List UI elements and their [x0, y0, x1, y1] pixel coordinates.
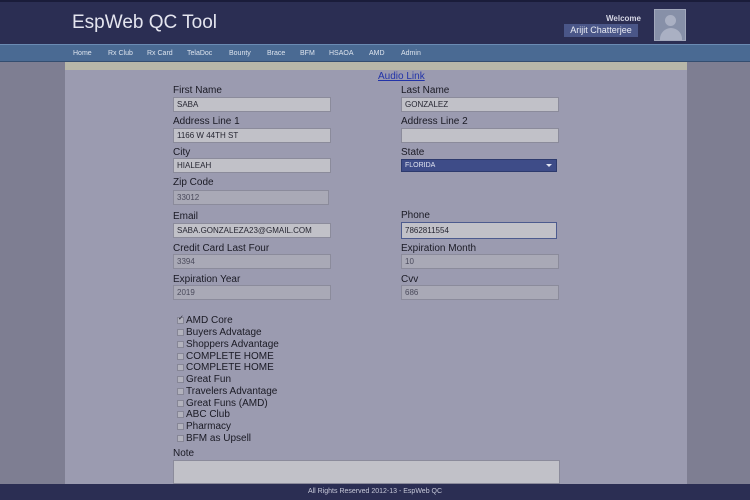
- checkbox[interactable]: [177, 400, 184, 407]
- state-select[interactable]: FLORIDA: [401, 159, 557, 172]
- last-name-label: Last Name: [401, 85, 450, 96]
- chevron-down-icon: [546, 164, 552, 167]
- nav-item-bounty[interactable]: Bounty: [229, 45, 251, 62]
- content-top-band: [65, 62, 687, 70]
- checkbox[interactable]: [177, 314, 184, 324]
- exp-month-field[interactable]: 10: [401, 254, 559, 269]
- cc-last-four-label: Credit Card Last Four: [173, 243, 270, 254]
- main-nav: Home Rx Club Rx Card TelaDoc Bounty Brac…: [0, 44, 750, 62]
- state-select-value: FLORIDA: [405, 162, 436, 169]
- checkbox[interactable]: [177, 388, 184, 395]
- exp-year-label: Expiration Year: [173, 274, 241, 285]
- cvv-label: Cvv: [401, 274, 419, 285]
- address2-field[interactable]: [401, 128, 559, 143]
- email-label: Email: [173, 211, 199, 222]
- product-label: Shoppers Advantage: [186, 339, 279, 350]
- address2-label: Address Line 2: [401, 116, 468, 127]
- address1-label: Address Line 1: [173, 116, 240, 127]
- checkbox[interactable]: [177, 411, 184, 418]
- cvv-field[interactable]: 686: [401, 285, 559, 300]
- product-label: Great Fun: [186, 374, 232, 385]
- nav-item-rx-club[interactable]: Rx Club: [108, 45, 133, 62]
- app-title: EspWeb QC Tool: [72, 12, 218, 33]
- app-header: EspWeb QC Tool Welcome Arijit Chatterjee: [0, 0, 750, 44]
- checkbox[interactable]: [177, 364, 184, 371]
- product-label: COMPLETE HOME: [186, 362, 274, 373]
- email-field[interactable]: SABA.GONZALEZA23@GMAIL.COM: [173, 223, 331, 238]
- product-label: Great Funs (AMD): [186, 398, 268, 409]
- exp-month-label: Expiration Month: [401, 243, 477, 254]
- checkbox[interactable]: [177, 341, 184, 348]
- avatar[interactable]: [654, 9, 686, 41]
- last-name-field[interactable]: GONZALEZ: [401, 97, 559, 112]
- product-label: Travelers Advantage: [186, 386, 278, 397]
- first-name-label: First Name: [173, 85, 222, 96]
- checkbox[interactable]: [177, 329, 184, 336]
- welcome-label: Welcome: [606, 14, 641, 23]
- audio-link[interactable]: Audio Link: [378, 71, 425, 82]
- user-silhouette-icon: [665, 15, 676, 26]
- checkbox[interactable]: [177, 423, 184, 430]
- state-label: State: [401, 147, 425, 158]
- nav-item-home[interactable]: Home: [73, 45, 92, 62]
- product-label: Buyers Advatage: [186, 327, 262, 338]
- product-label: COMPLETE HOME: [186, 351, 274, 362]
- city-field[interactable]: HIALEAH: [173, 158, 331, 173]
- product-label: ABC Club: [186, 409, 230, 420]
- footer: All Rights Reserved 2012-13 - EspWeb QC: [0, 484, 750, 500]
- note-label: Note: [173, 448, 195, 459]
- note-textarea[interactable]: [173, 460, 560, 484]
- nav-item-amd[interactable]: AMD: [369, 45, 385, 62]
- checkbox[interactable]: [177, 435, 184, 442]
- checkbox[interactable]: [177, 353, 184, 360]
- product-label: AMD Core: [186, 315, 233, 326]
- phone-field[interactable]: 7862811554: [401, 222, 557, 239]
- nav-item-hsaoa[interactable]: HSAOA: [329, 45, 354, 62]
- nav-item-admin[interactable]: Admin: [401, 45, 421, 62]
- nav-item-teladoc[interactable]: TelaDoc: [187, 45, 212, 62]
- city-label: City: [173, 147, 191, 158]
- content-panel: [65, 62, 687, 484]
- nav-item-bfm[interactable]: BFM: [300, 45, 315, 62]
- zip-label: Zip Code: [173, 177, 214, 188]
- user-name-badge[interactable]: Arijit Chatterjee: [564, 24, 638, 37]
- product-label: Pharmacy: [186, 421, 232, 432]
- nav-item-rx-card[interactable]: Rx Card: [147, 45, 173, 62]
- first-name-field[interactable]: SABA: [173, 97, 331, 112]
- cc-last-four-field[interactable]: 3394: [173, 254, 331, 269]
- product-label: BFM as Upsell: [186, 433, 252, 444]
- checkbox[interactable]: [177, 376, 184, 383]
- exp-year-field[interactable]: 2019: [173, 285, 331, 300]
- nav-item-brace[interactable]: Brace: [267, 45, 285, 62]
- phone-label: Phone: [401, 210, 430, 221]
- zip-field[interactable]: 33012: [173, 190, 329, 205]
- address1-field[interactable]: 1166 W 44TH ST: [173, 128, 331, 143]
